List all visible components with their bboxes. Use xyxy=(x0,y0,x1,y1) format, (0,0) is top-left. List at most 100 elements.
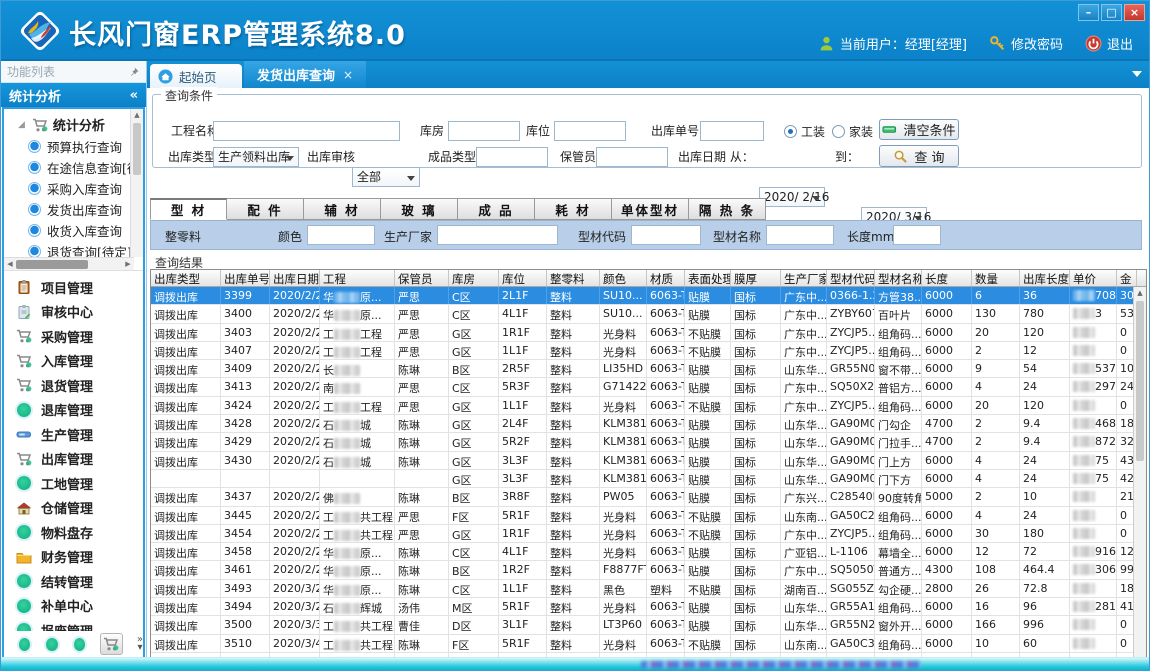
material-tab-1[interactable]: 型 材 xyxy=(150,198,227,220)
column-header-14[interactable]: 型材代码 xyxy=(827,270,875,286)
scroll-up-icon[interactable]: ▲ xyxy=(1134,287,1146,300)
column-header-2[interactable]: 出库单号 xyxy=(221,270,270,286)
material-tab-3[interactable]: 辅 材 xyxy=(304,198,381,220)
sidebar-item-9[interactable]: 工地管理 xyxy=(4,471,143,496)
sidebar-item-6[interactable]: 退库管理 xyxy=(4,398,143,423)
sidebar-item-5[interactable]: 退货管理 xyxy=(4,373,143,398)
tree-item-1[interactable]: 预算执行查询 xyxy=(4,136,143,157)
column-header-17[interactable]: 数量 xyxy=(972,270,1020,286)
column-header-15[interactable]: 型材名称 xyxy=(875,270,922,286)
scroll-right-icon[interactable]: ▶ xyxy=(122,260,134,268)
table-row[interactable]: 调拨出库34242020/2/26工工程严思G区1L1F整料光身料6063-T5… xyxy=(151,397,1146,415)
material-tab-2[interactable]: 配 件 xyxy=(227,198,304,220)
section-header[interactable]: 统计分析 « xyxy=(1,83,146,107)
column-header-11[interactable]: 表面处理 xyxy=(685,270,731,286)
module-dot-icon[interactable] xyxy=(74,638,85,651)
tab-overflow-icon[interactable] xyxy=(1132,71,1142,77)
table-row[interactable]: 调拨出库34032020/2/25工工程严思G区1R1F整料光身料6063-T5… xyxy=(151,324,1146,342)
table-row[interactable]: 调拨出库34292020/2/26石城陈琳G区5R2F整料KLM38176063… xyxy=(151,433,1146,451)
table-row[interactable]: 调拨出库34942020/3/2石辉城汤伟M区5R1F整料光身料6063-T5贴… xyxy=(151,598,1146,616)
column-header-5[interactable]: 保管员 xyxy=(395,270,449,286)
audit-dropdown[interactable]: 全部 xyxy=(352,167,420,187)
scroll-up-icon[interactable]: ▲ xyxy=(131,109,143,122)
material-tab-5[interactable]: 成 品 xyxy=(458,198,535,220)
more-modules-chevron[interactable]: »▾ xyxy=(137,636,143,652)
module-dot-icon[interactable] xyxy=(46,638,57,651)
out-type-dropdown[interactable]: 生产领料出库 xyxy=(213,147,299,167)
table-row[interactable]: 调拨出库34072020/2/25工工程严思G区1L1F整料光身料6063-T5… xyxy=(151,342,1146,360)
sidebar-item-4[interactable]: 入库管理 xyxy=(4,349,143,374)
radio-gongzhuang[interactable]: 工装 xyxy=(784,123,825,140)
table-row[interactable]: 调拨出库34372020/2/27佛陈琳B区3R8F整料PW056063-T5贴… xyxy=(151,488,1146,506)
tree-root-node[interactable]: ◢ 统计分析 xyxy=(4,109,143,136)
column-header-7[interactable]: 库位 xyxy=(499,270,547,286)
table-row[interactable]: 调拨出库34452020/2/27工共工程严思F区5R1F整料光身料6063-T… xyxy=(151,507,1146,525)
close-button[interactable]: × xyxy=(1124,4,1145,21)
sidebar-item-7[interactable]: 生产管理 xyxy=(4,422,143,447)
table-row[interactable]: 调拨出库35102020/3/4工共工程陈琳F区5R1F整料光身料6063-T5… xyxy=(151,635,1146,653)
search-button[interactable]: 查 询 xyxy=(879,145,959,167)
sidebar-item-13[interactable]: 结转管理 xyxy=(4,569,143,594)
profile-name-input[interactable] xyxy=(766,225,834,245)
location-input[interactable] xyxy=(554,121,626,141)
product-type-input[interactable] xyxy=(476,147,548,167)
project-name-input[interactable] xyxy=(213,121,400,141)
sidebar-item-8[interactable]: 出库管理 xyxy=(4,447,143,472)
date-from-dropdown[interactable]: 2020/ 2/16 xyxy=(759,187,825,207)
table-row[interactable]: 调拨出库34002020/2/25华原...严思C区4L1F整料SU10...6… xyxy=(151,305,1146,323)
material-tab-8[interactable]: 隔 热 条 xyxy=(689,198,766,220)
tree-item-5[interactable]: 收货入库查询 xyxy=(4,220,143,241)
column-header-12[interactable]: 膜厚 xyxy=(731,270,781,286)
tab-home[interactable]: 起始页 xyxy=(150,64,242,88)
column-header-18[interactable]: 出库长度 xyxy=(1020,270,1070,286)
column-header-16[interactable]: 长度 xyxy=(922,270,972,286)
sidebar-item-14[interactable]: 补单中心 xyxy=(4,594,143,619)
sidebar-item-3[interactable]: 采购管理 xyxy=(4,324,143,349)
material-tab-4[interactable]: 玻 璃 xyxy=(381,198,458,220)
tree-expander-icon[interactable]: ◢ xyxy=(18,120,25,130)
maker-input[interactable] xyxy=(437,225,558,245)
minimize-button[interactable]: – xyxy=(1078,4,1099,21)
sidebar-item-1[interactable]: 项目管理 xyxy=(4,275,143,300)
material-tab-6[interactable]: 耗 材 xyxy=(535,198,612,220)
table-row[interactable]: 调拨出库34932020/3/2华原...陈琳C区1L1F整料黑色塑料不贴膜国标… xyxy=(151,580,1146,598)
tree-vscroll-thumb[interactable] xyxy=(133,123,141,175)
color-input[interactable] xyxy=(307,225,375,245)
tab-shipment-query[interactable]: 发货出库查询 × xyxy=(244,61,366,88)
keeper-input[interactable] xyxy=(596,147,668,167)
column-header-1[interactable]: 出库类型 xyxy=(151,270,221,286)
order-no-input[interactable] xyxy=(700,121,764,141)
material-tab-7[interactable]: 单体型材 xyxy=(612,198,689,220)
table-row[interactable]: 调拨出库35002020/3/3工共工程曹佳D区3L1F整料LT3P606063… xyxy=(151,616,1146,634)
sidebar-item-10[interactable]: 仓储管理 xyxy=(4,496,143,521)
length-input[interactable] xyxy=(893,225,941,245)
table-row[interactable]: 调拨出库34092020/2/25长陈琳B区2R5F整料LI35HD6063-T… xyxy=(151,360,1146,378)
table-row[interactable]: G区3L3F整料KLM38176063-T5贴膜国标山东华...GA90M09.… xyxy=(151,470,1146,488)
warehouse-input[interactable] xyxy=(448,121,520,141)
table-row[interactable]: 调拨出库34612020/2/28华原...陈琳B区1R2F整料F8877FT6… xyxy=(151,561,1146,579)
table-row[interactable]: 调拨出库34282020/2/26石城陈琳G区2L4F整料KLM38176063… xyxy=(151,415,1146,433)
column-header-4[interactable]: 工程 xyxy=(320,270,395,286)
tree-item-4[interactable]: 发货出库查询 xyxy=(4,199,143,220)
collapse-icon[interactable]: « xyxy=(130,88,138,103)
change-password-link[interactable]: 修改密码 xyxy=(989,34,1063,53)
clear-conditions-button[interactable]: 清空条件 xyxy=(879,119,959,140)
table-row[interactable]: 调拨出库34542020/2/28工共工程严思G区1R1F整料光身料6063-T… xyxy=(151,525,1146,543)
column-header-10[interactable]: 材质 xyxy=(647,270,685,286)
tree-item-3[interactable]: 采购入库查询 xyxy=(4,178,143,199)
table-row[interactable]: 调拨出库34132020/2/26南严思C区5R3F整料G714226063-T… xyxy=(151,378,1146,396)
column-header-19[interactable]: 单价 xyxy=(1070,270,1117,286)
table-row[interactable]: 调拨出库34302020/2/26石城陈琳G区3L3F整料KLM38176063… xyxy=(151,452,1146,470)
table-vscroll-thumb[interactable] xyxy=(1136,301,1144,461)
sidebar-item-12[interactable]: 财务管理 xyxy=(4,545,143,570)
profile-code-input[interactable] xyxy=(631,225,701,245)
tree-hscroll-thumb[interactable] xyxy=(16,260,88,269)
maximize-button[interactable]: □ xyxy=(1101,4,1122,21)
tab-close-icon[interactable]: × xyxy=(343,68,353,82)
column-header-13[interactable]: 生产厂家 xyxy=(781,270,827,286)
column-header-20[interactable]: 金 xyxy=(1117,270,1137,286)
table-row[interactable]: 调拨出库33992020/2/25华原...严思C区2L1F整料SU10...6… xyxy=(151,287,1146,305)
tree-item-2[interactable]: 在途信息查询[待 xyxy=(4,157,143,178)
sidebar-item-2[interactable]: 审核中心 xyxy=(4,300,143,325)
module-dot-icon[interactable] xyxy=(19,638,30,651)
